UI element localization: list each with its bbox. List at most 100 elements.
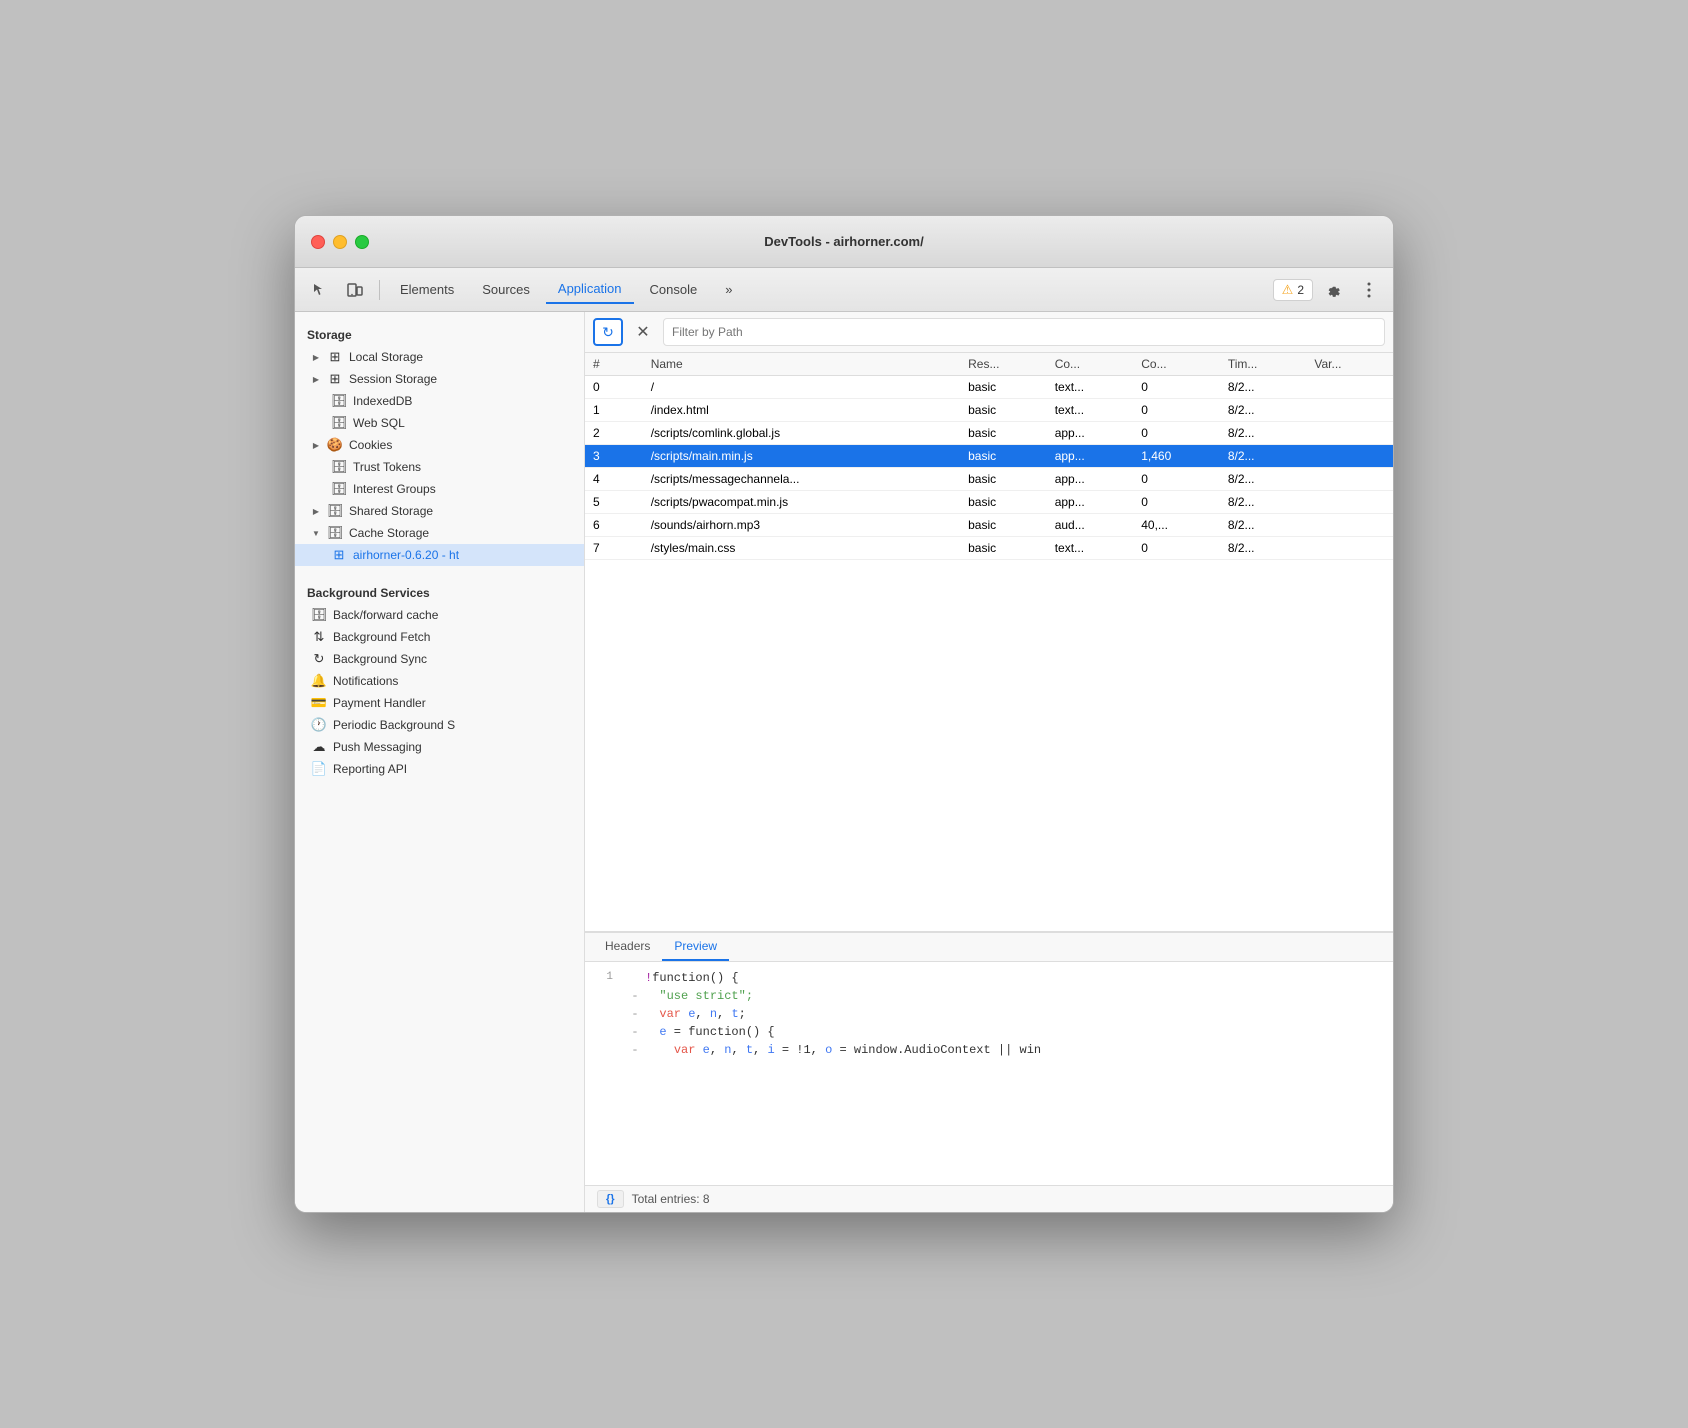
sidebar-item-web-sql[interactable]: 🗄 Web SQL: [295, 412, 584, 434]
code-line: - e = function() {: [585, 1024, 1393, 1042]
table-row[interactable]: 7/styles/main.cssbasictext...08/2...: [585, 537, 1393, 560]
table-row[interactable]: 2/scripts/comlink.global.jsbasicapp...08…: [585, 422, 1393, 445]
sync-icon: ↻: [311, 651, 327, 667]
sidebar-item-reporting-api[interactable]: 📄 Reporting API: [295, 758, 584, 780]
db-icon: 🗄: [327, 503, 343, 519]
tab-elements[interactable]: Elements: [388, 276, 466, 304]
expand-arrow-icon: [311, 440, 321, 450]
main-toolbar: Elements Sources Application Console » ⚠…: [295, 268, 1393, 312]
cache-entries-table: # Name Res... Co... Co... Tim... Var... …: [585, 353, 1393, 560]
background-services-label: Background Services: [295, 578, 584, 604]
arrows-icon: ⇅: [311, 629, 327, 645]
refresh-cache-button[interactable]: ↻: [593, 318, 623, 346]
filter-input[interactable]: [663, 318, 1385, 346]
table-row[interactable]: 6/sounds/airhorn.mp3basicaud...40,...8/2…: [585, 514, 1393, 537]
tab-more[interactable]: »: [713, 276, 744, 304]
col-header-co2: Co...: [1133, 353, 1220, 376]
sidebar-item-indexeddb[interactable]: 🗄 IndexedDB: [295, 390, 584, 412]
traffic-lights: [311, 235, 369, 249]
table-row[interactable]: 0/basictext...08/2...: [585, 376, 1393, 399]
col-header-var: Var...: [1306, 353, 1393, 376]
content-panel: ↻ ✕ # Name Res... Co... Co...: [585, 312, 1393, 1212]
sidebar-item-trust-tokens[interactable]: 🗄 Trust Tokens: [295, 456, 584, 478]
table-row[interactable]: 4/scripts/messagechannela...basicapp...0…: [585, 468, 1393, 491]
clear-cache-button[interactable]: ✕: [629, 318, 657, 346]
code-line: 1!function() {: [585, 970, 1393, 988]
grid-icon: ⊞: [331, 547, 347, 563]
cache-table: # Name Res... Co... Co... Tim... Var... …: [585, 353, 1393, 932]
more-options-icon[interactable]: [1353, 276, 1385, 304]
sidebar-item-background-sync[interactable]: ↻ Background Sync: [295, 648, 584, 670]
total-entries: Total entries: 8: [632, 1192, 710, 1206]
db-icon: 🗄: [311, 607, 327, 623]
table-row[interactable]: 5/scripts/pwacompat.min.jsbasicapp...08/…: [585, 491, 1393, 514]
expand-arrow-icon: [311, 528, 321, 538]
maximize-button[interactable]: [355, 235, 369, 249]
col-header-name: Name: [643, 353, 960, 376]
db-icon: 🗄: [331, 393, 347, 409]
sidebar-item-cookies[interactable]: 🍪 Cookies: [295, 434, 584, 456]
minimize-button[interactable]: [333, 235, 347, 249]
expand-arrow-icon: [311, 374, 321, 384]
sidebar-item-background-fetch[interactable]: ⇅ Background Fetch: [295, 626, 584, 648]
tab-console[interactable]: Console: [638, 276, 710, 304]
detail-pane: Headers Preview 1!function() {- "use str…: [585, 932, 1393, 1212]
inspect-icon[interactable]: [303, 276, 335, 304]
db-icon: 🗄: [327, 525, 343, 541]
table-row[interactable]: 3/scripts/main.min.jsbasicapp...1,4608/2…: [585, 445, 1393, 468]
tab-application[interactable]: Application: [546, 276, 634, 304]
table-header-row: # Name Res... Co... Co... Tim... Var...: [585, 353, 1393, 376]
code-preview: 1!function() {- "use strict";- var e, n,…: [585, 962, 1393, 1185]
main-area: Storage ⊞ Local Storage ⊞ Session Storag…: [295, 312, 1393, 1212]
sidebar-item-push-messaging[interactable]: ☁ Push Messaging: [295, 736, 584, 758]
sidebar-item-cache-entry[interactable]: ⊞ airhorner-0.6.20 - ht: [295, 544, 584, 566]
sidebar-item-periodic-bg-sync[interactable]: 🕐 Periodic Background S: [295, 714, 584, 736]
settings-icon[interactable]: [1317, 276, 1349, 304]
bell-icon: 🔔: [311, 673, 327, 689]
sidebar-item-cache-storage[interactable]: 🗄 Cache Storage: [295, 522, 584, 544]
sidebar-item-local-storage[interactable]: ⊞ Local Storage: [295, 346, 584, 368]
warning-badge[interactable]: ⚠ 2: [1273, 279, 1313, 301]
storage-section-label: Storage: [295, 320, 584, 346]
clock-icon: 🕐: [311, 717, 327, 733]
col-header-res: Res...: [960, 353, 1047, 376]
tab-sources[interactable]: Sources: [470, 276, 542, 304]
db-icon: 🗄: [331, 481, 347, 497]
detail-tabs: Headers Preview: [585, 933, 1393, 962]
sidebar-item-payment-handler[interactable]: 💳 Payment Handler: [295, 692, 584, 714]
cookie-icon: 🍪: [327, 437, 343, 453]
cloud-icon: ☁: [311, 739, 327, 755]
devtools-window: DevTools - airhorner.com/ Elements Sourc…: [294, 215, 1394, 1213]
tab-preview[interactable]: Preview: [662, 933, 729, 961]
sidebar-item-interest-groups[interactable]: 🗄 Interest Groups: [295, 478, 584, 500]
code-line: - var e, n, t;: [585, 1006, 1393, 1024]
title-bar: DevTools - airhorner.com/: [295, 216, 1393, 268]
device-toolbar-icon[interactable]: [339, 276, 371, 304]
doc-icon: 📄: [311, 761, 327, 777]
table-row[interactable]: 1/index.htmlbasictext...08/2...: [585, 399, 1393, 422]
expand-arrow-icon: [311, 352, 321, 362]
db-icon: 🗄: [331, 415, 347, 431]
sidebar: Storage ⊞ Local Storage ⊞ Session Storag…: [295, 312, 585, 1212]
grid-icon: ⊞: [327, 349, 343, 365]
col-header-tim: Tim...: [1220, 353, 1307, 376]
warning-icon: ⚠: [1282, 282, 1294, 298]
close-button[interactable]: [311, 235, 325, 249]
sidebar-item-shared-storage[interactable]: 🗄 Shared Storage: [295, 500, 584, 522]
col-header-num: #: [585, 353, 643, 376]
footer-bar: {} Total entries: 8: [585, 1185, 1393, 1212]
grid-icon: ⊞: [327, 371, 343, 387]
window-title: DevTools - airhorner.com/: [764, 234, 923, 249]
format-button[interactable]: {}: [597, 1190, 624, 1208]
code-line: - "use strict";: [585, 988, 1393, 1006]
sidebar-item-session-storage[interactable]: ⊞ Session Storage: [295, 368, 584, 390]
sidebar-item-notifications[interactable]: 🔔 Notifications: [295, 670, 584, 692]
cache-toolbar: ↻ ✕: [585, 312, 1393, 353]
card-icon: 💳: [311, 695, 327, 711]
tab-headers[interactable]: Headers: [593, 933, 662, 961]
col-header-co1: Co...: [1047, 353, 1134, 376]
code-line: - var e, n, t, i = !1, o = window.AudioC…: [585, 1042, 1393, 1060]
db-icon: 🗄: [331, 459, 347, 475]
toolbar-divider-1: [379, 280, 380, 300]
sidebar-item-back-forward-cache[interactable]: 🗄 Back/forward cache: [295, 604, 584, 626]
